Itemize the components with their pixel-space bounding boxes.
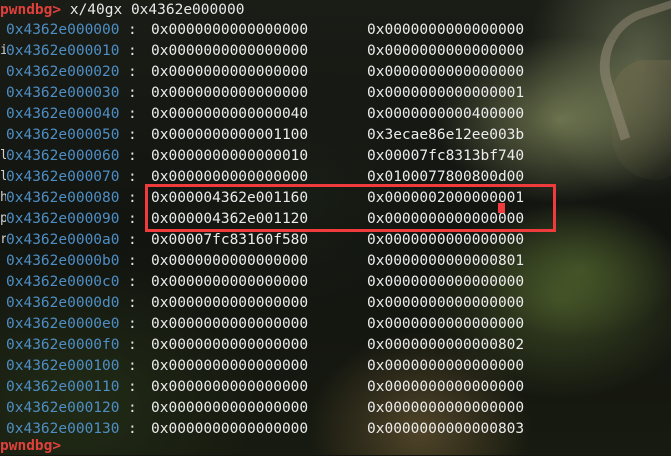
memory-row: 0x4362e000130:0x0000000000000000 0x000000… bbox=[0, 419, 671, 439]
memory-value-high: 0x0000000000000000 bbox=[367, 22, 525, 38]
prompt: pwndbg> bbox=[0, 2, 62, 18]
address-separator: : bbox=[128, 421, 137, 437]
memory-value-high: 0x0000000000000000 bbox=[367, 274, 525, 290]
memory-row: i 0x4362e000010:0x0000000000000000 0x00000… bbox=[0, 41, 671, 61]
memory-row: 0x4362e000110:0x0000000000000000 0x000000… bbox=[0, 377, 671, 397]
memory-row: 0x4362e000040:0x0000000000000040 0x000000… bbox=[0, 104, 671, 124]
memory-value-low: 0x0000000000000000 bbox=[151, 400, 309, 416]
memory-value-low: 0x00007fc83160f580 bbox=[151, 232, 309, 248]
memory-value-low: 0x0000000000000000 bbox=[151, 316, 309, 332]
address-separator: : bbox=[128, 379, 137, 395]
address-separator: : bbox=[128, 211, 137, 227]
memory-address: 0x4362e000080 bbox=[6, 190, 120, 206]
memory-value-low: 0x0000000000001100 bbox=[151, 127, 309, 143]
memory-value-high: 0x0000000000000001 bbox=[367, 85, 525, 101]
prompt: pwndbg> bbox=[0, 438, 62, 454]
memory-value-high: 0x0000000000000803 bbox=[367, 421, 525, 437]
memory-value-high: 0x0000000000000000 bbox=[367, 232, 525, 248]
memory-row: 0x4362e0000b0:0x0000000000000000 0x000000… bbox=[0, 251, 671, 271]
memory-address: 0x4362e000090 bbox=[6, 211, 120, 227]
address-separator: : bbox=[128, 316, 137, 332]
command-text: x/40gx 0x4362e000000 bbox=[69, 2, 245, 18]
memory-address: 0x4362e000120 bbox=[6, 400, 120, 416]
memory-value-low: 0x0000000000000000 bbox=[151, 337, 309, 353]
memory-row: 0x4362e000030:0x0000000000000000 0x000000… bbox=[0, 83, 671, 103]
address-separator: : bbox=[128, 64, 137, 80]
memory-row: 0x4362e0000e0:0x0000000000000000 0x000000… bbox=[0, 314, 671, 334]
memory-row: r 0x4362e0000a0:0x00007fc83160f580 0x00000… bbox=[0, 230, 671, 250]
memory-value-high: 0x0000000000000801 bbox=[367, 253, 525, 269]
memory-address: 0x4362e000070 bbox=[6, 169, 120, 185]
memory-address: 0x4362e0000d0 bbox=[6, 295, 120, 311]
memory-value-low: 0x0000000000000000 bbox=[151, 22, 309, 38]
memory-row: l 0x4362e000060:0x0000000000000010 0x00007… bbox=[0, 146, 671, 166]
memory-value-low: 0x0000000000000040 bbox=[151, 106, 309, 122]
address-separator: : bbox=[128, 295, 137, 311]
memory-address: 0x4362e0000a0 bbox=[6, 232, 120, 248]
memory-value-high: 0x0000000000000000 bbox=[367, 400, 525, 416]
memory-value-high: 0x0000000000000000 bbox=[367, 358, 525, 374]
memory-address: 0x4362e0000b0 bbox=[6, 253, 120, 269]
command-line: pwndbg> x/40gx 0x4362e000000 bbox=[0, 0, 244, 20]
highlight-box bbox=[145, 184, 556, 232]
address-separator: : bbox=[128, 148, 137, 164]
memory-value-low: 0x0000000000000000 bbox=[151, 358, 309, 374]
memory-row: 0x4362e0000c0:0x0000000000000000 0x000000… bbox=[0, 272, 671, 292]
memory-value-high: 0x00007fc8313bf740 bbox=[367, 148, 525, 164]
address-separator: : bbox=[128, 253, 137, 269]
address-separator: : bbox=[128, 85, 137, 101]
address-separator: : bbox=[128, 232, 137, 248]
address-separator: : bbox=[128, 274, 137, 290]
memory-value-high: 0x0000000000000000 bbox=[367, 295, 525, 311]
memory-value-low: 0x0000000000000000 bbox=[151, 421, 309, 437]
memory-address: 0x4362e000000 bbox=[6, 22, 120, 38]
address-separator: : bbox=[128, 337, 137, 353]
memory-value-low: 0x0000000000000000 bbox=[151, 295, 309, 311]
memory-address: 0x4362e000010 bbox=[6, 43, 120, 59]
memory-value-low: 0x0000000000000000 bbox=[151, 274, 309, 290]
address-separator: : bbox=[128, 358, 137, 374]
memory-address: 0x4362e000050 bbox=[6, 127, 120, 143]
memory-value-low: 0x0000000000000000 bbox=[151, 85, 309, 101]
memory-address: 0x4362e000100 bbox=[6, 358, 120, 374]
address-separator: : bbox=[128, 169, 137, 185]
memory-address: 0x4362e0000e0 bbox=[6, 316, 120, 332]
memory-value-high: 0x0000000000000802 bbox=[367, 337, 525, 353]
memory-address: 0x4362e000110 bbox=[6, 379, 120, 395]
memory-row: 0x4362e000020:0x0000000000000000 0x000000… bbox=[0, 62, 671, 82]
block-cursor-icon bbox=[498, 203, 505, 213]
memory-value-high: 0x0000000000400000 bbox=[367, 106, 525, 122]
memory-value-low: 0x0000000000000010 bbox=[151, 148, 309, 164]
memory-address: 0x4362e000030 bbox=[6, 85, 120, 101]
memory-row: 0x4362e000100:0x0000000000000000 0x000000… bbox=[0, 356, 671, 376]
memory-address: 0x4362e000060 bbox=[6, 148, 120, 164]
memory-address: 0x4362e0000c0 bbox=[6, 274, 120, 290]
final-prompt-line[interactable]: pwndbg> bbox=[0, 436, 61, 456]
memory-value-high: 0x0000000000000000 bbox=[367, 64, 525, 80]
address-separator: : bbox=[128, 43, 137, 59]
memory-row: 0x4362e000120:0x0000000000000000 0x000000… bbox=[0, 398, 671, 418]
address-separator: : bbox=[128, 190, 137, 206]
memory-address: 0x4362e000040 bbox=[6, 106, 120, 122]
memory-address: 0x4362e000020 bbox=[6, 64, 120, 80]
address-separator: : bbox=[128, 127, 137, 143]
memory-value-high: 0x3ecae86e12ee003b bbox=[367, 127, 525, 143]
memory-value-low: 0x0000000000000000 bbox=[151, 253, 309, 269]
memory-value-high: 0x0000000000000000 bbox=[367, 379, 525, 395]
address-separator: : bbox=[128, 400, 137, 416]
memory-value-low: 0x0000000000000000 bbox=[151, 43, 309, 59]
address-separator: : bbox=[128, 106, 137, 122]
address-separator: : bbox=[128, 22, 137, 38]
memory-address: 0x4362e0000f0 bbox=[6, 337, 120, 353]
memory-value-low: 0x0000000000000000 bbox=[151, 64, 309, 80]
memory-row: 0x4362e000000:0x0000000000000000 0x000000… bbox=[0, 20, 671, 40]
memory-row: 0x4362e0000d0:0x0000000000000000 0x000000… bbox=[0, 293, 671, 313]
memory-value-high: 0x0000000000000000 bbox=[367, 43, 525, 59]
memory-value-low: 0x0000000000000000 bbox=[151, 379, 309, 395]
memory-row: 0x4362e0000f0:0x0000000000000000 0x000000… bbox=[0, 335, 671, 355]
memory-row: 0x4362e000050:0x0000000000001100 0x3ecae8… bbox=[0, 125, 671, 145]
memory-value-high: 0x0000000000000000 bbox=[367, 316, 525, 332]
